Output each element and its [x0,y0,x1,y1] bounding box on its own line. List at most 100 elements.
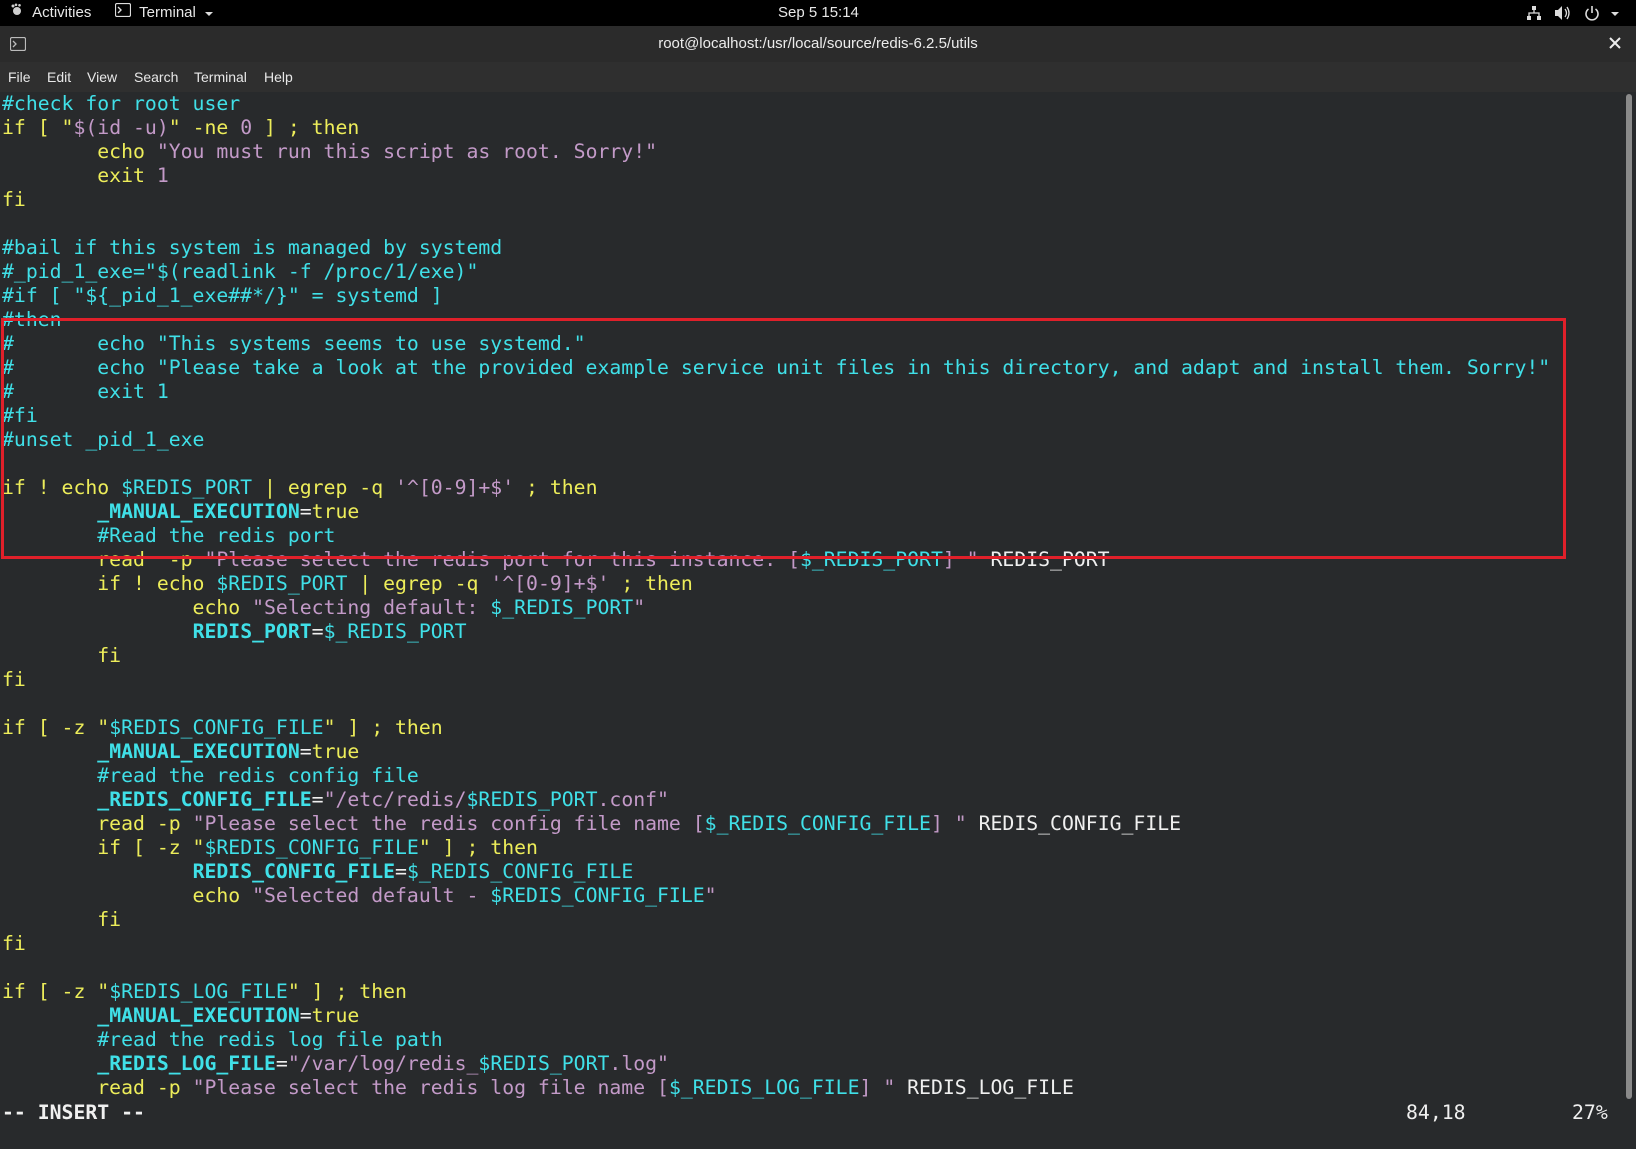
code-token: echo [2,140,157,163]
code-line[interactable]: #check for root user [2,92,1550,116]
clock[interactable]: Sep 5 15:14 [778,0,859,26]
code-line[interactable]: fi [2,644,1550,668]
menu-edit[interactable]: Edit [45,62,73,92]
code-line[interactable]: #read the redis log file path [2,1028,1550,1052]
menu-file[interactable]: File [6,62,33,92]
code-line[interactable]: #unset _pid_1_exe [2,428,1550,452]
code-line[interactable]: # echo "This systems seems to use system… [2,332,1550,356]
code-line[interactable]: _MANUAL_EXECUTION=true [2,500,1550,524]
code-line[interactable]: if [ "$(id -u)" -ne 0 ] ; then [2,116,1550,140]
code-line[interactable]: #bail if this system is managed by syste… [2,236,1550,260]
code-token: _MANUAL_EXECUTION [97,1004,300,1027]
code-line[interactable]: _MANUAL_EXECUTION=true [2,1004,1550,1028]
code-line[interactable]: if [ -z "$REDIS_CONFIG_FILE" ] ; then [2,716,1550,740]
code-line[interactable]: if ! echo $REDIS_PORT | egrep -q '^[0-9]… [2,572,1550,596]
code-token: $REDIS_PORT [216,572,348,595]
code-line[interactable]: echo "Selected default - $REDIS_CONFIG_F… [2,884,1550,908]
code-line[interactable]: fi [2,668,1550,692]
code-line[interactable]: #read the redis config file [2,764,1550,788]
code-line[interactable]: if ! echo $REDIS_PORT | egrep -q '^[0-9]… [2,476,1550,500]
code-token: read -p [2,812,193,835]
code-token: ] ; then [252,116,360,139]
code-token: ; then [609,572,693,595]
menu-view[interactable]: View [85,62,119,92]
terminal-app-icon [114,0,132,26]
code-token: $_REDIS_CONFIG_FILE [704,812,931,835]
code-line[interactable]: #Read the redis port [2,524,1550,548]
code-token: $REDIS_PORT [121,476,253,499]
menu-help[interactable]: Help [262,62,295,92]
code-token: fi [2,644,122,667]
menu-terminal[interactable]: Terminal [192,62,249,92]
code-token: $REDIS_CONFIG_FILE [109,716,324,739]
menu-search[interactable]: Search [132,62,180,92]
code-token: exit [2,164,157,187]
code-token: " -ne [168,116,241,139]
code-token: " ] ; then [287,980,407,1003]
code-token: .conf" [597,788,669,811]
system-menu-chevron-icon[interactable] [1610,0,1620,26]
code-line[interactable]: _MANUAL_EXECUTION=true [2,740,1550,764]
code-line[interactable]: read -p "Please select the redis port fo… [2,548,1550,572]
code-token: $REDIS_CONFIG_FILE [490,884,705,907]
code-line[interactable]: REDIS_PORT=$_REDIS_PORT [2,620,1550,644]
code-token: #if [ "${_pid_1_exe##*/}" = systemd ] [2,284,443,307]
code-line[interactable]: read -p "Please select the redis config … [2,812,1550,836]
network-icon[interactable] [1526,0,1542,26]
code-token: $REDIS_CONFIG_FILE [204,836,419,859]
code-token: | egrep -q [347,572,491,595]
terminal-area[interactable]: #check for root user if [ "$(id -u)" -ne … [0,92,1622,1149]
window-titlebar[interactable]: root@localhost:/usr/local/source/redis-6… [0,26,1636,63]
code-token: $_REDIS_PORT [323,620,467,643]
code-line[interactable]: #fi [2,404,1550,428]
code-line[interactable]: _REDIS_CONFIG_FILE="/etc/redis/$REDIS_PO… [2,788,1550,812]
code-line[interactable]: fi [2,188,1550,212]
code-line[interactable]: # exit 1 [2,380,1550,404]
code-token: " ] ; then [323,716,443,739]
code-line[interactable]: exit 1 [2,164,1550,188]
scrollbar-thumb[interactable] [1626,94,1632,1099]
code-token: if ! echo [2,476,122,499]
code-line[interactable] [2,452,1550,476]
code-line[interactable] [2,956,1550,980]
window-title: root@localhost:/usr/local/source/redis-6… [658,35,978,52]
code-token: ] " [930,812,967,835]
code-token: REDIS_CONFIG_FILE [966,812,1182,835]
code-line[interactable]: fi [2,932,1550,956]
code-token: ; then [514,476,598,499]
terminal-scrollbar[interactable] [1622,92,1636,1149]
code-line[interactable]: #if [ "${_pid_1_exe##*/}" = systemd ] [2,284,1550,308]
code-token: = [299,740,312,763]
code-token: read -p [2,1076,193,1099]
power-icon[interactable] [1584,0,1600,26]
code-line[interactable]: _REDIS_LOG_FILE="/var/log/redis_$REDIS_P… [2,1052,1550,1076]
activities-button[interactable]: Activities [10,0,91,26]
volume-icon[interactable] [1554,0,1572,26]
code-line[interactable] [2,692,1550,716]
app-menu-terminal[interactable]: Terminal [114,0,214,26]
code-line[interactable]: #then [2,308,1550,332]
close-icon[interactable] [1608,36,1622,54]
activities-label: Activities [32,4,92,21]
vim-buffer[interactable]: #check for root user if [ "$(id -u)" -ne … [2,92,1550,1100]
vim-mode: -- INSERT -- [2,1101,145,1124]
code-line[interactable]: REDIS_CONFIG_FILE=$_REDIS_CONFIG_FILE [2,860,1550,884]
code-token: #Read the redis port [2,524,336,547]
code-line[interactable]: # echo "Please take a look at the provid… [2,356,1550,380]
gnome-top-bar: Activities Terminal Sep 5 15:14 [0,0,1636,26]
code-line[interactable]: fi [2,908,1550,932]
code-token: # exit 1 [2,380,169,403]
code-line[interactable]: echo "You must run this script as root. … [2,140,1550,164]
code-line[interactable]: read -p "Please select the redis log fil… [2,1076,1550,1100]
code-line[interactable] [2,212,1550,236]
code-line[interactable]: if [ -z "$REDIS_CONFIG_FILE" ] ; then [2,836,1550,860]
code-line[interactable]: if [ -z "$REDIS_LOG_FILE" ] ; then [2,980,1550,1004]
code-line[interactable]: echo "Selecting default: $_REDIS_PORT" [2,596,1550,620]
code-line[interactable]: #_pid_1_exe="$(readlink -f /proc/1/exe)" [2,260,1550,284]
code-token: echo [2,884,253,907]
code-token: ] " [942,548,979,571]
code-token: = [311,620,324,643]
